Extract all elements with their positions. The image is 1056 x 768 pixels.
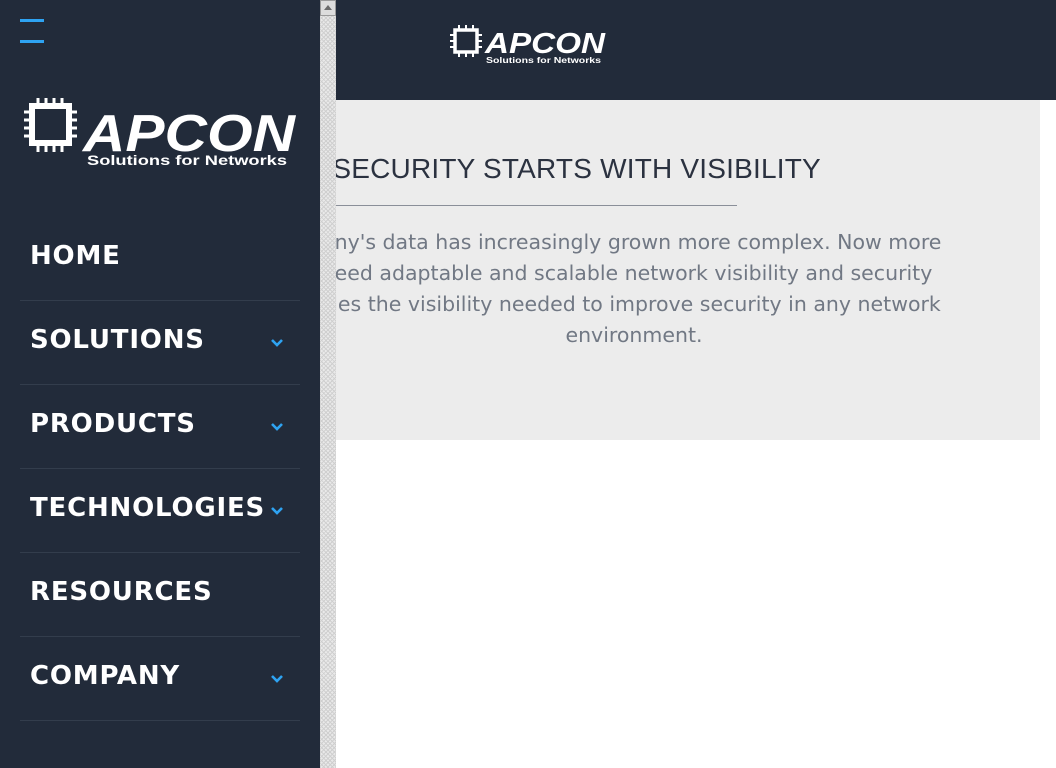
nav-label: RESOURCES bbox=[30, 577, 213, 607]
logo-tagline: Solutions for Networks bbox=[87, 152, 287, 168]
hero-line-4: environment. bbox=[565, 323, 703, 347]
nav-label: HOME bbox=[30, 241, 121, 271]
hero-description: ny's data has increasingly grown more co… bbox=[300, 227, 980, 351]
title-divider bbox=[332, 205, 737, 206]
chevron-down-icon[interactable] bbox=[270, 506, 284, 516]
nav-label: SOLUTIONS bbox=[30, 325, 205, 355]
nav-item-technologies[interactable]: TECHNOLOGIES bbox=[20, 469, 300, 553]
drawer-scrollbar[interactable] bbox=[320, 0, 336, 768]
nav-label: TECHNOLOGIES bbox=[30, 493, 266, 523]
nav-label: PRODUCTS bbox=[30, 409, 196, 439]
logo-tagline: Solutions for Networks bbox=[486, 55, 601, 65]
chip-logo-icon bbox=[24, 98, 77, 152]
nav-item-solutions[interactable]: SOLUTIONS bbox=[20, 301, 300, 385]
chip-logo-icon bbox=[450, 25, 482, 57]
nav-label: COMPANY bbox=[30, 661, 181, 691]
chevron-down-icon[interactable] bbox=[270, 422, 284, 432]
nav-item-resources[interactable]: RESOURCES bbox=[20, 553, 300, 637]
arrow-up-icon bbox=[324, 5, 332, 10]
nav-item-company[interactable]: COMPANY bbox=[20, 637, 300, 721]
mobile-nav-drawer: APCON Solutions for Networks HOME SOLUTI… bbox=[0, 0, 320, 768]
hero-line-3: ides the visibility needed to improve se… bbox=[319, 292, 941, 316]
chevron-down-icon[interactable] bbox=[270, 338, 284, 348]
nav-item-home[interactable]: HOME bbox=[20, 217, 300, 301]
nav-item-products[interactable]: PRODUCTS bbox=[20, 385, 300, 469]
drawer-nav-list: HOME SOLUTIONS PRODUCTS TECHNOLOGIES RES… bbox=[20, 217, 300, 721]
drawer-logo[interactable]: APCON Solutions for Networks bbox=[24, 96, 299, 171]
hero-line-2: need adaptable and scalable network visi… bbox=[321, 261, 933, 285]
scroll-up-button[interactable] bbox=[320, 0, 336, 16]
hero-line-1: ny's data has increasingly grown more co… bbox=[334, 230, 942, 254]
hamburger-icon[interactable] bbox=[20, 19, 44, 45]
header-logo[interactable]: APCON Solutions for Networks bbox=[450, 24, 610, 66]
chevron-down-icon[interactable] bbox=[270, 674, 284, 684]
